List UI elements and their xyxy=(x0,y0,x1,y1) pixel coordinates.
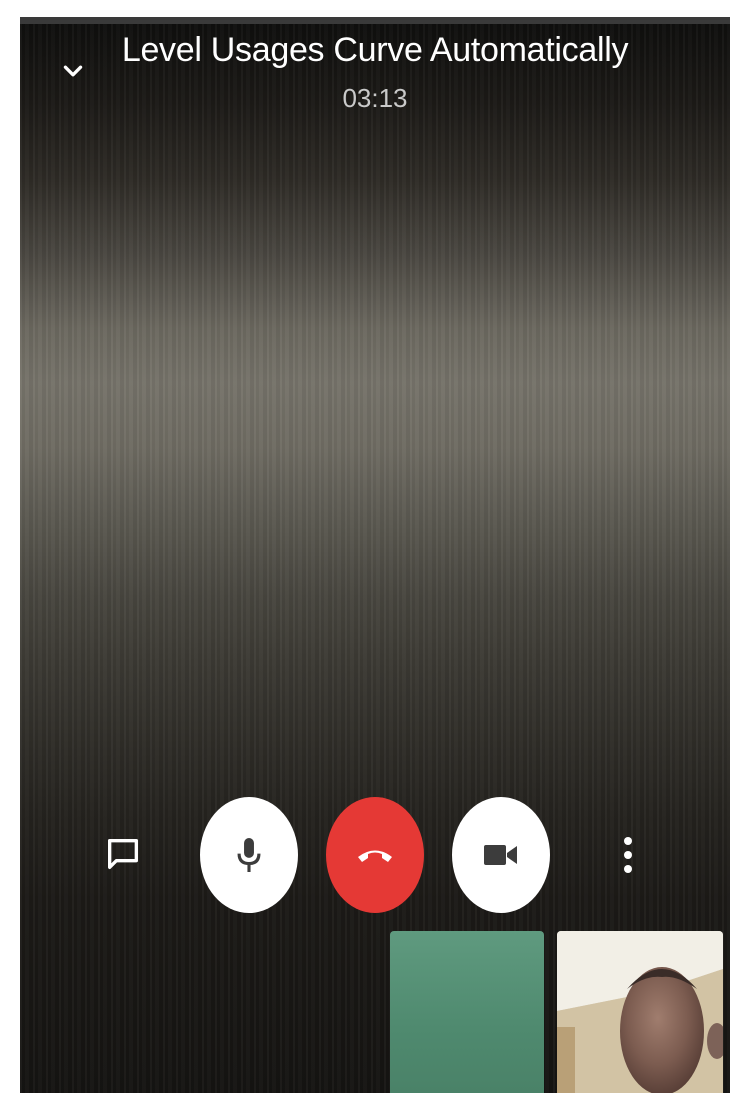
participant-thumbnail-remote[interactable] xyxy=(390,931,544,1093)
mute-button[interactable] xyxy=(200,797,298,913)
chat-button[interactable] xyxy=(100,831,146,877)
call-title: Level Usages Curve Automatically xyxy=(121,31,629,69)
more-vertical-icon xyxy=(624,837,632,873)
phone-hangup-icon xyxy=(358,850,392,862)
end-call-button[interactable] xyxy=(326,797,424,913)
video-toggle-button[interactable] xyxy=(452,797,550,913)
microphone-icon xyxy=(237,838,261,872)
call-controls xyxy=(20,797,730,915)
chat-bubble-icon xyxy=(108,839,138,869)
self-view-thumbnail[interactable] xyxy=(557,931,723,1093)
video-call-screen: Level Usages Curve Automatically 03:13 xyxy=(20,17,730,1093)
more-options-button[interactable] xyxy=(610,833,646,877)
video-camera-icon xyxy=(484,845,517,865)
self-view-image xyxy=(557,931,723,1093)
call-timer: 03:13 xyxy=(342,83,408,113)
status-strip xyxy=(20,17,730,24)
